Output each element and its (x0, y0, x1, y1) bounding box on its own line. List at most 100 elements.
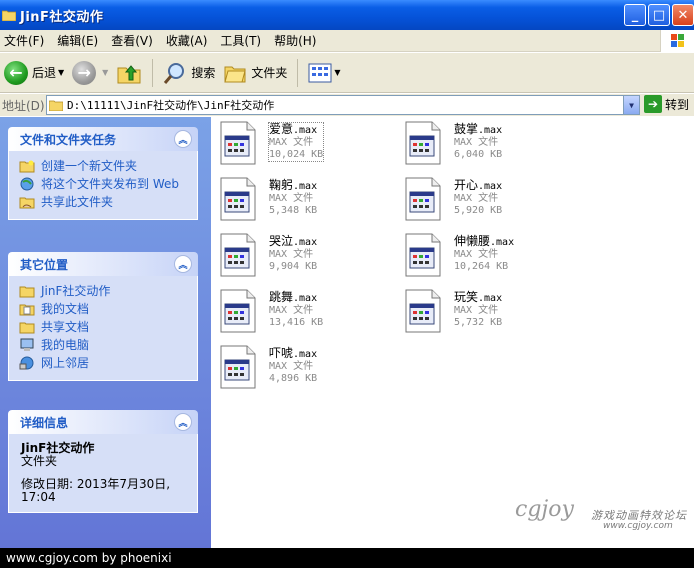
maximize-button[interactable]: □ (648, 4, 670, 26)
file-size: 5,732 KB (454, 317, 503, 328)
menu-view[interactable]: 查看(V) (107, 32, 162, 49)
my-computer-icon (20, 338, 34, 351)
file-ext: .max (293, 349, 318, 360)
close-button[interactable]: ✕ (672, 4, 694, 26)
collapse-icon[interactable]: ︽ (174, 413, 192, 431)
views-button[interactable]: ▼ (304, 57, 344, 89)
credit-strip: www.cgjoy.com by phoenixi (0, 548, 694, 568)
other-places-panel: 其它位置 ︽ JinF社交动作 我的文档 共享文档 我的电脑 网上邻居 (8, 252, 198, 381)
place-label: 网上邻居 (41, 356, 90, 370)
menu-tools[interactable]: 工具(T) (216, 32, 270, 49)
file-type: MAX 文件 (454, 137, 499, 148)
share-folder-icon (19, 197, 35, 209)
menu-help[interactable]: 帮助(H) (270, 32, 325, 49)
file-name: 爱意 (269, 122, 294, 136)
file-item[interactable]: 哭泣.max MAX 文件 9,904 KB (211, 229, 391, 281)
details-header[interactable]: 详细信息 ︽ (8, 410, 198, 434)
views-icon (308, 63, 332, 82)
file-item[interactable]: 伸懒腰.max MAX 文件 10,264 KB (396, 229, 576, 281)
toolbar: ← 后退 ▼ → ▼ 搜索 文件夹 ▼ (0, 53, 694, 93)
file-item[interactable]: 玩笑.max MAX 文件 5,732 KB (396, 285, 576, 337)
task-label: 共享此文件夹 (41, 195, 114, 209)
address-dropdown-button[interactable]: ▼ (623, 96, 639, 114)
file-ext: .max (478, 125, 503, 136)
minimize-button[interactable]: _ (624, 4, 646, 26)
file-name: 伸懒腰 (454, 234, 491, 248)
folder-icon (2, 10, 16, 21)
menu-edit[interactable]: 编辑(E) (53, 32, 107, 49)
place-label: 共享文档 (41, 320, 90, 334)
max-file-icon (220, 233, 256, 277)
shared-documents-icon (19, 322, 35, 334)
file-ext: .max (490, 237, 515, 248)
details-type: 文件夹 (21, 454, 58, 468)
go-arrow-icon: ➔ (644, 95, 662, 113)
file-item[interactable]: 鞠躬.max MAX 文件 5,348 KB (211, 173, 391, 225)
folder-icon (49, 100, 63, 111)
file-item[interactable]: 爱意.max MAX 文件 10,024 KB (211, 117, 391, 169)
max-file-icon (405, 177, 441, 221)
file-item[interactable]: 跳舞.max MAX 文件 13,416 KB (211, 285, 391, 337)
max-file-icon (220, 121, 256, 165)
publish-web-icon (20, 177, 34, 191)
file-item[interactable]: 吓唬.max MAX 文件 4,896 KB (211, 341, 391, 393)
collapse-icon[interactable]: ︽ (174, 130, 192, 148)
window-title: JinF社交动作 (20, 9, 104, 25)
place-my-computer[interactable]: 我的电脑 (19, 338, 197, 352)
menu-file[interactable]: 文件(F) (0, 32, 53, 49)
other-places-title: 其它位置 (20, 257, 69, 272)
menu-favorites[interactable]: 收藏(A) (162, 32, 217, 49)
network-icon (19, 356, 34, 370)
forward-arrow-icon: → (72, 60, 97, 85)
place-my-documents[interactable]: 我的文档 (19, 302, 197, 316)
forward-button[interactable]: → ▼ (68, 57, 112, 89)
folders-button[interactable]: 文件夹 (219, 57, 291, 89)
place-label: 我的文档 (41, 302, 90, 316)
watermark-logo: cgjoy (515, 497, 574, 522)
task-share-folder[interactable]: 共享此文件夹 (19, 195, 197, 209)
dropdown-arrow-icon[interactable]: ▼ (58, 68, 64, 77)
task-new-folder[interactable]: 创建一个新文件夹 (19, 159, 197, 173)
place-parent-folder[interactable]: JinF社交动作 (19, 284, 197, 298)
dropdown-arrow-icon[interactable]: ▼ (102, 68, 108, 77)
watermark: cgjoy 游戏动画特效论坛 www.cgjoy.com (515, 497, 686, 531)
file-ext: .max (478, 293, 503, 304)
windows-logo-icon (660, 30, 694, 52)
max-file-icon (405, 289, 441, 333)
file-size: 6,040 KB (454, 149, 503, 160)
address-input[interactable]: D:\11111\JinF社交动作\JinF社交动作 ▼ (46, 95, 640, 115)
file-tasks-header[interactable]: 文件和文件夹任务 ︽ (8, 127, 198, 151)
up-folder-button[interactable] (112, 57, 146, 89)
task-publish-web[interactable]: 将这个文件夹发布到 Web (19, 177, 197, 191)
back-arrow-icon: ← (4, 60, 28, 85)
toolbar-separator (297, 58, 299, 87)
file-type: MAX 文件 (269, 249, 314, 260)
file-name: 哭泣 (269, 234, 294, 248)
back-button[interactable]: ← 后退 ▼ (0, 57, 68, 89)
file-type: MAX 文件 (269, 137, 314, 148)
title-bar[interactable]: JinF社交动作 _ □ ✕ (0, 0, 694, 30)
search-button[interactable]: 搜索 (159, 57, 219, 89)
task-label: 将这个文件夹发布到 Web (41, 177, 179, 191)
file-item[interactable]: 开心.max MAX 文件 5,920 KB (396, 173, 576, 225)
task-pane: 文件和文件夹任务 ︽ 创建一个新文件夹 将这个文件夹发布到 Web 共享此文件夹 (0, 117, 211, 548)
file-item[interactable]: 鼓掌.max MAX 文件 6,040 KB (396, 117, 576, 169)
place-shared-documents[interactable]: 共享文档 (19, 320, 197, 334)
max-file-icon (405, 121, 441, 165)
other-places-header[interactable]: 其它位置 ︽ (8, 252, 198, 276)
file-size: 10,264 KB (454, 261, 509, 272)
back-label: 后退 (32, 66, 57, 80)
dropdown-arrow-icon[interactable]: ▼ (334, 68, 340, 77)
place-label: 我的电脑 (41, 338, 90, 352)
go-button[interactable]: ➔ 转到 (644, 95, 689, 113)
folders-icon (224, 66, 246, 82)
file-ext: .max (293, 125, 318, 136)
file-tasks-panel: 文件和文件夹任务 ︽ 创建一个新文件夹 将这个文件夹发布到 Web 共享此文件夹 (8, 127, 198, 220)
file-type: MAX 文件 (454, 305, 499, 316)
file-type: MAX 文件 (269, 305, 314, 316)
address-bar: 地址(D) D:\11111\JinF社交动作\JinF社交动作 ▼ ➔ 转到 (0, 94, 694, 116)
place-network[interactable]: 网上邻居 (19, 356, 197, 370)
file-type: MAX 文件 (454, 249, 499, 260)
collapse-icon[interactable]: ︽ (174, 255, 192, 273)
max-file-icon (220, 289, 256, 333)
